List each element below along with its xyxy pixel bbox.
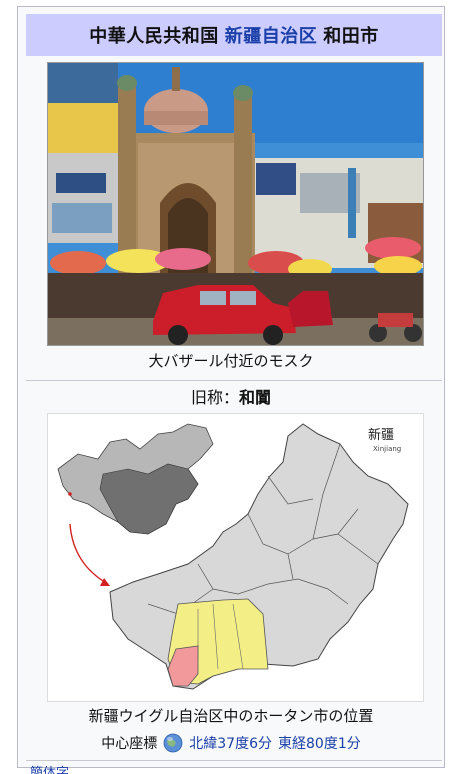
divider-bottom [26,760,442,761]
latitude-link[interactable]: 北緯37度6分 [189,733,272,753]
mosque-photo-image [48,63,423,345]
globe-icon[interactable] [163,733,183,753]
title-city: 和田市 [323,26,379,47]
former-name-value: 和闐 [239,388,272,407]
location-map[interactable]: 新疆 Xinjiang [47,413,424,702]
xinjiang-map: 新疆 Xinjiang [57,423,409,690]
map-caption: 新疆ウイグル自治区中のホータン市の位置 [88,707,374,725]
former-name-label: 旧称： [190,388,239,407]
coordinates-label: 中心座標 [101,736,158,752]
former-name: 旧称：和闐 [17,384,445,408]
map-label-en: Xinjiang [373,445,401,453]
longitude-link[interactable]: 東経80度1分 [278,733,361,753]
infobox-title: 中華人民共和国 新疆自治区 和田市 [26,14,442,56]
title-region-link[interactable]: 新疆自治区 [225,22,318,48]
photo-caption: 大バザール付近のモスク [148,352,314,370]
simplified-chinese-link[interactable]: 簡体字 [30,765,69,774]
divider [26,380,442,381]
mosque-photo[interactable] [47,62,424,346]
coordinates: 中心座標 北緯37度6分 東経80度1分 [17,733,445,753]
title-country: 中華人民共和国 [89,26,219,47]
map-label-cn: 新疆 [368,427,394,443]
